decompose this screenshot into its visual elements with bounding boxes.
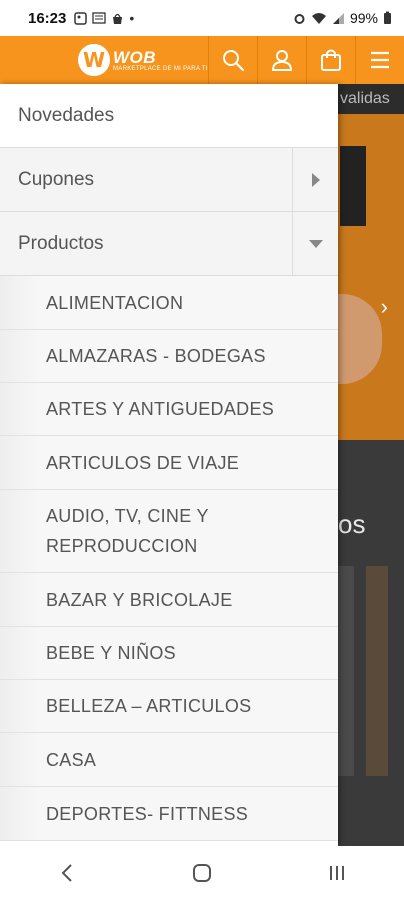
battery-icon: [384, 11, 391, 24]
bag-icon: [321, 49, 341, 71]
notification-icons: •: [74, 10, 134, 26]
navigation-drawer: Novedades Cupones Productos ALIMENTACION…: [0, 84, 338, 846]
status-bar: 16:23 • 99%: [0, 0, 404, 36]
system-nav-bar: [0, 846, 404, 900]
submenu-item[interactable]: ALIMENTACION: [0, 276, 338, 330]
menu-item-novedades[interactable]: Novedades: [0, 84, 338, 148]
search-button[interactable]: [208, 36, 257, 84]
logo-tagline: MARKETPLACE DE MI PARA TI: [113, 65, 208, 72]
submenu-item[interactable]: BEBE Y NIÑOS: [0, 627, 338, 680]
status-time: 16:23: [28, 9, 67, 27]
wifi-icon: [311, 12, 326, 24]
collapse-productos-button[interactable]: [292, 212, 338, 275]
header-actions: [208, 36, 404, 84]
product-card: [338, 566, 354, 776]
caret-down-icon: [308, 239, 323, 248]
menu-button[interactable]: [355, 36, 404, 84]
logo-mark: W: [78, 44, 110, 76]
account-button[interactable]: [257, 36, 306, 84]
product-card: [366, 566, 388, 776]
site-logo[interactable]: W WOB MARKETPLACE DE MI PARA TI: [78, 44, 208, 76]
home-button[interactable]: [172, 853, 232, 893]
menu-item-label: Productos: [18, 232, 104, 254]
battery-level: 99%: [349, 10, 378, 26]
menu-item-cupones[interactable]: Cupones: [0, 148, 338, 212]
background-page: validas › os: [338, 84, 404, 846]
logo-wordmark: WOB: [113, 47, 157, 67]
submenu-item[interactable]: DEPORTES- FITTNESS: [0, 787, 338, 841]
productos-submenu: ALIMENTACION ALMAZARAS - BODEGAS ARTES Y…: [0, 276, 338, 841]
search-icon: [223, 50, 245, 72]
gallery-icon: [74, 11, 88, 25]
signal-icon: [332, 12, 344, 24]
submenu-item[interactable]: ALMAZARAS - BODEGAS: [0, 330, 338, 383]
alarm-icon: [294, 13, 305, 24]
dot-icon: •: [129, 10, 135, 26]
shop-icon: [113, 13, 123, 24]
back-icon: [61, 864, 73, 882]
menu-item-label: Cupones: [18, 168, 95, 190]
submenu-item[interactable]: BELLEZA – ARTICULOS: [0, 680, 338, 733]
console-image: [340, 146, 366, 226]
menu-item-productos[interactable]: Productos: [0, 212, 338, 276]
recents-icon: [329, 866, 344, 880]
system-status: 99%: [293, 10, 392, 26]
banner-next-icon: ›: [380, 294, 388, 319]
news-icon: [92, 12, 107, 24]
site-header: W WOB MARKETPLACE DE MI PARA TI: [0, 36, 404, 84]
menu-icon: [371, 51, 389, 69]
recents-button[interactable]: [307, 853, 367, 893]
section-title: os: [338, 509, 366, 539]
menu-item-label: Novedades: [18, 104, 115, 126]
caret-right-icon: [311, 172, 320, 187]
submenu-item[interactable]: CASA: [0, 733, 338, 787]
submenu-item[interactable]: BAZAR Y BRICOLAJE: [0, 573, 338, 627]
home-icon: [192, 864, 211, 882]
submenu-item[interactable]: ARTICULOS DE VIAJE: [0, 436, 338, 490]
banner-person-image: [338, 294, 382, 384]
submenu-item[interactable]: AUDIO, TV, CINE Y REPRODUCCION: [0, 490, 338, 573]
submenu-item[interactable]: ARTES Y ANTIGUEDADES: [0, 383, 338, 436]
back-button[interactable]: [37, 853, 97, 893]
expand-cupones-button[interactable]: [292, 148, 338, 211]
hero-banner: ›: [338, 114, 404, 440]
cart-button[interactable]: [306, 36, 355, 84]
user-icon: [271, 50, 293, 71]
promo-strip: validas: [338, 84, 404, 114]
